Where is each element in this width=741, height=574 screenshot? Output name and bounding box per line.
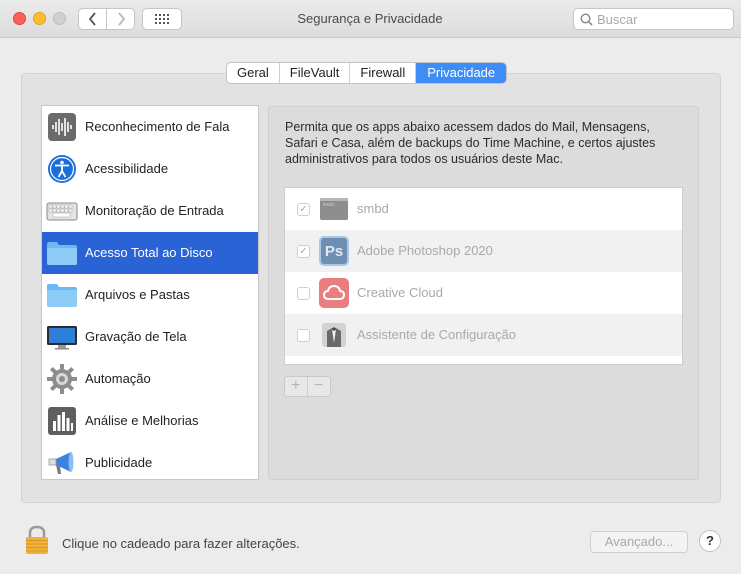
megaphone-icon — [46, 447, 78, 479]
app-name: smbd — [357, 201, 389, 216]
sidebar-item-analytics[interactable]: Análise e Melhorias — [42, 400, 258, 442]
app-checkbox[interactable] — [297, 287, 310, 300]
sidebar-item-label: Acessibilidade — [85, 161, 169, 176]
terminal-icon: exec — [319, 194, 349, 224]
sidebar-item-input-monitoring[interactable]: Monitoração de Entrada — [42, 190, 258, 232]
grid-icon — [155, 14, 169, 24]
help-button[interactable]: ? — [699, 530, 721, 552]
add-remove-control: + − — [284, 376, 331, 397]
setup-assistant-icon — [319, 320, 349, 350]
privacy-category-list: Reconhecimento de Fala Acessibilidade Mo… — [41, 105, 259, 480]
sidebar-item-screen-recording[interactable]: Gravação de Tela — [42, 316, 258, 358]
sidebar-item-advertising[interactable]: Publicidade — [42, 442, 258, 484]
creative-cloud-icon — [319, 278, 349, 308]
app-name: Adobe Photoshop 2020 — [357, 243, 493, 258]
sidebar-item-label: Publicidade — [85, 455, 153, 470]
close-window-button[interactable] — [13, 12, 26, 25]
tab-bar: Geral FileVault Firewall Privacidade — [226, 62, 508, 84]
title-bar: Segurança e Privacidade — [0, 0, 741, 38]
remove-app-button[interactable]: − — [308, 377, 330, 396]
sidebar-item-files-and-folders[interactable]: Arquivos e Pastas — [42, 274, 258, 316]
search-input[interactable] — [597, 11, 727, 27]
photoshop-icon: Ps — [319, 236, 349, 266]
waveform-icon — [46, 111, 78, 143]
app-row-photoshop: ✓ Ps Adobe Photoshop 2020 — [285, 230, 682, 272]
app-checkbox[interactable]: ✓ — [297, 203, 310, 216]
show-all-button[interactable] — [142, 8, 182, 30]
lock-hint-text: Clique no cadeado para fazer alterações. — [62, 536, 300, 551]
zoom-window-button[interactable] — [53, 12, 66, 25]
app-permission-list[interactable]: ✓ exec smbd ✓ Ps Adobe Photoshop 2020 Cr… — [284, 187, 683, 365]
app-name: Assistente de Configuração — [357, 327, 516, 342]
sidebar-item-speech-recognition[interactable]: Reconhecimento de Fala — [42, 106, 258, 148]
tab-firewall[interactable]: Firewall — [350, 63, 417, 83]
tab-filevault[interactable]: FileVault — [280, 63, 351, 83]
sidebar-item-automation[interactable]: Automação — [42, 358, 258, 400]
display-icon — [46, 321, 78, 353]
lock-icon[interactable] — [24, 525, 50, 555]
sidebar-item-label: Arquivos e Pastas — [85, 287, 190, 302]
tab-geral[interactable]: Geral — [227, 63, 280, 83]
app-row-creative-cloud: Creative Cloud — [285, 272, 682, 314]
advanced-button[interactable]: Avançado... — [590, 531, 688, 553]
keyboard-icon — [46, 195, 78, 227]
sidebar-item-full-disk-access[interactable]: Acesso Total ao Disco — [42, 232, 258, 274]
search-icon — [580, 12, 593, 26]
sidebar-item-label: Acesso Total ao Disco — [85, 245, 213, 260]
window-title: Segurança e Privacidade — [297, 11, 443, 26]
accessibility-icon — [46, 153, 78, 185]
chevron-right-icon — [117, 12, 125, 26]
forward-button[interactable] — [106, 8, 135, 30]
sidebar-item-label: Monitoração de Entrada — [85, 203, 224, 218]
photoshop-icon-label: Ps — [324, 242, 344, 260]
gear-icon — [46, 363, 78, 395]
sidebar-item-label: Gravação de Tela — [85, 329, 187, 344]
app-row-smbd: ✓ exec smbd — [285, 188, 682, 230]
app-checkbox[interactable]: ✓ — [297, 245, 310, 258]
search-field[interactable] — [573, 8, 734, 30]
bar-chart-icon — [46, 405, 78, 437]
sidebar-item-label: Automação — [85, 371, 151, 386]
full-disk-access-description: Permita que os apps abaixo acessem dados… — [285, 120, 656, 166]
minimize-window-button[interactable] — [33, 12, 46, 25]
app-checkbox[interactable] — [297, 329, 310, 342]
folder-icon — [46, 237, 78, 269]
svg-text:exec: exec — [323, 202, 335, 208]
folder-icon — [46, 279, 78, 311]
tab-privacidade[interactable]: Privacidade — [416, 63, 507, 83]
app-row-setup-assistant: Assistente de Configuração — [285, 314, 682, 356]
add-app-button[interactable]: + — [285, 377, 308, 396]
sidebar-item-label: Análise e Melhorias — [85, 413, 199, 428]
back-button[interactable] — [78, 8, 107, 30]
chevron-left-icon — [88, 12, 96, 26]
app-name: Creative Cloud — [357, 285, 443, 300]
sidebar-item-label: Reconhecimento de Fala — [85, 119, 230, 134]
sidebar-item-accessibility[interactable]: Acessibilidade — [42, 148, 258, 190]
